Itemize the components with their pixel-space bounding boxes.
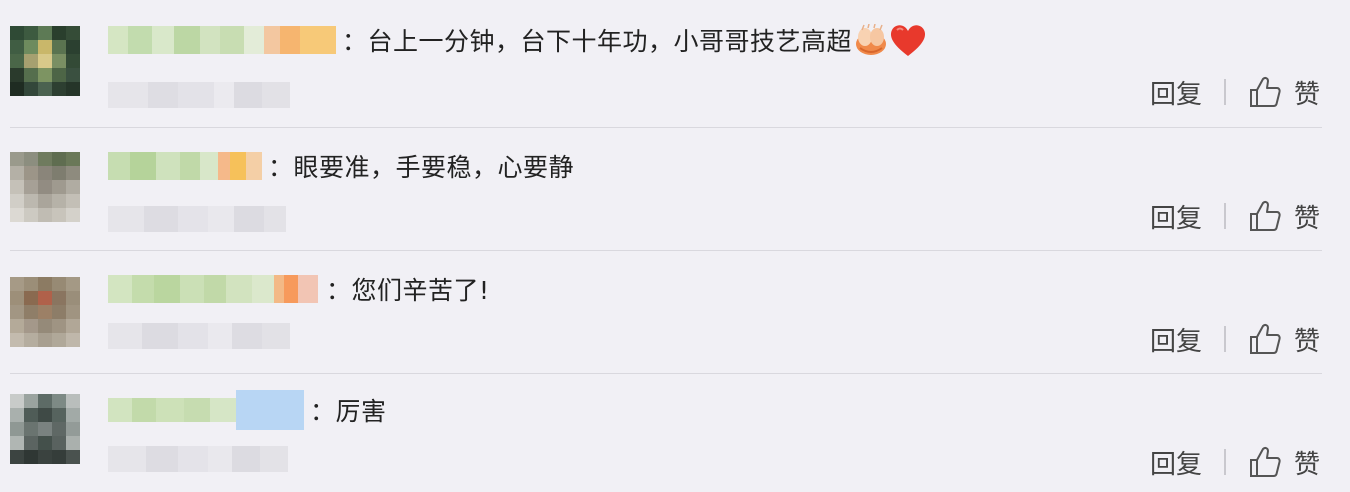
comment-meta-blurred [108, 323, 290, 349]
comment-header: ：厉害 [108, 390, 387, 430]
action-divider [1223, 326, 1226, 352]
like-label: 赞 [1293, 203, 1320, 234]
thumbs-up-icon [1249, 446, 1281, 477]
like-label: 赞 [1293, 79, 1320, 110]
like-button[interactable]: 赞 [1248, 198, 1320, 235]
comment-item: ：厉害 回复 赞 [0, 374, 1350, 492]
comment-meta-blurred [108, 206, 286, 232]
action-divider [1223, 449, 1226, 475]
comment-actions: 回复 赞 [1150, 444, 1320, 480]
reply-button[interactable]: 回复 [1150, 198, 1202, 235]
action-divider [1223, 79, 1226, 105]
blurred-username[interactable] [108, 275, 318, 303]
comment-header: ：台上一分钟，台下十年功，小哥哥技艺高超 [108, 22, 928, 58]
comment-actions: 回复 赞 [1150, 321, 1320, 357]
blurred-username[interactable] [108, 390, 304, 430]
avatar[interactable] [10, 26, 80, 96]
comment-text: ：眼要准，手要稳，心要静 [268, 153, 575, 182]
action-divider [1223, 203, 1226, 229]
like-button[interactable]: 赞 [1248, 444, 1320, 481]
comment-item: ：台上一分钟，台下十年功，小哥哥技艺高超 回复 赞 [0, 0, 1350, 128]
red-heart-icon [888, 22, 928, 58]
like-label: 赞 [1293, 449, 1320, 480]
avatar[interactable] [10, 394, 80, 464]
comment-actions: 回复 赞 [1150, 74, 1320, 110]
comment-text: ：台上一分钟，台下十年功，小哥哥技艺高超 [342, 27, 853, 56]
reply-button[interactable]: 回复 [1150, 321, 1202, 358]
comment-text: ：厉害 [310, 397, 387, 426]
comment-meta-blurred [108, 82, 290, 108]
blurred-username[interactable] [108, 26, 336, 54]
blurred-username[interactable] [108, 152, 262, 180]
avatar[interactable] [10, 152, 80, 222]
comment-item: ：您们辛苦了! 回复 赞 [0, 251, 1350, 374]
thumbs-up-icon [1249, 76, 1281, 107]
like-button[interactable]: 赞 [1248, 321, 1320, 358]
comment-header: ：您们辛苦了! [108, 271, 490, 307]
comment-text: ：您们辛苦了! [326, 276, 490, 305]
like-label: 赞 [1293, 326, 1320, 357]
comment-feed: ：台上一分钟，台下十年功，小哥哥技艺高超 回复 赞 ：眼要准，手要稳，心要静 回… [0, 0, 1350, 492]
reply-button[interactable]: 回复 [1150, 444, 1202, 481]
avatar[interactable] [10, 277, 80, 347]
comment-item: ：眼要准，手要稳，心要静 回复 赞 [0, 128, 1350, 251]
clapping-hands-icon [854, 23, 888, 56]
reply-button[interactable]: 回复 [1150, 74, 1202, 111]
comment-meta-blurred [108, 446, 288, 472]
thumbs-up-icon [1249, 200, 1281, 231]
comment-actions: 回复 赞 [1150, 198, 1320, 234]
comment-header: ：眼要准，手要稳，心要静 [108, 148, 574, 184]
like-button[interactable]: 赞 [1248, 74, 1320, 111]
thumbs-up-icon [1249, 323, 1281, 354]
